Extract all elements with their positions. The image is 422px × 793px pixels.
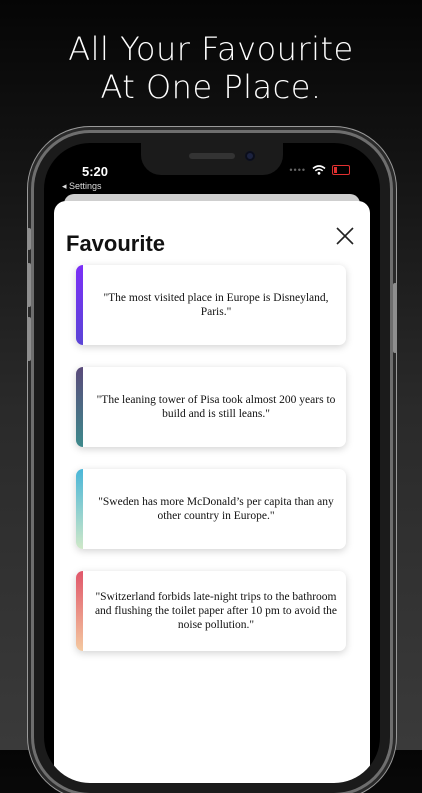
speaker-grille xyxy=(189,153,235,159)
volume-up-button xyxy=(27,263,31,307)
battery-low-icon xyxy=(332,165,350,175)
card-accent-bar xyxy=(76,367,83,447)
close-icon[interactable] xyxy=(334,225,356,247)
phone-frame: 5:20 ◂ Settings •••• Favourite "The most… xyxy=(27,133,397,793)
mute-switch xyxy=(27,228,31,250)
back-to-settings-link[interactable]: ◂ Settings xyxy=(62,181,102,192)
marketing-headline: All Your Favourite At One Place. xyxy=(0,30,422,106)
sheet-title: Favourite xyxy=(66,231,166,256)
front-camera-icon xyxy=(245,151,255,161)
status-time: 5:20 xyxy=(82,164,109,179)
favourite-card[interactable]: "Sweden has more McDonald’s per capita t… xyxy=(76,469,346,549)
card-quote: "The leaning tower of Pisa took almost 2… xyxy=(96,394,336,420)
status-icons: •••• xyxy=(289,165,350,175)
cellular-signal-icon: •••• xyxy=(289,165,306,175)
card-accent-bar xyxy=(76,265,83,345)
card-accent-bar xyxy=(76,571,83,651)
power-button xyxy=(393,283,397,353)
favourite-card[interactable]: "Switzerland forbids late-night trips to… xyxy=(76,571,346,651)
favourite-sheet: Favourite "The most visited place in Eur… xyxy=(54,201,370,783)
notch xyxy=(141,143,283,175)
card-quote: "The most visited place in Europe is Dis… xyxy=(103,292,329,318)
favourite-card[interactable]: "The leaning tower of Pisa took almost 2… xyxy=(76,367,346,447)
volume-down-button xyxy=(27,317,31,361)
headline-line-1: All Your Favourite xyxy=(68,30,354,68)
card-quote: "Switzerland forbids late-night trips to… xyxy=(94,591,338,631)
card-accent-bar xyxy=(76,469,83,549)
favourite-card[interactable]: "The most visited place in Europe is Dis… xyxy=(76,265,346,345)
headline-line-2: At One Place. xyxy=(100,68,322,106)
card-quote: "Sweden has more McDonald’s per capita t… xyxy=(98,496,334,522)
phone-screen: 5:20 ◂ Settings •••• Favourite "The most… xyxy=(44,143,380,783)
wifi-icon xyxy=(312,165,326,175)
